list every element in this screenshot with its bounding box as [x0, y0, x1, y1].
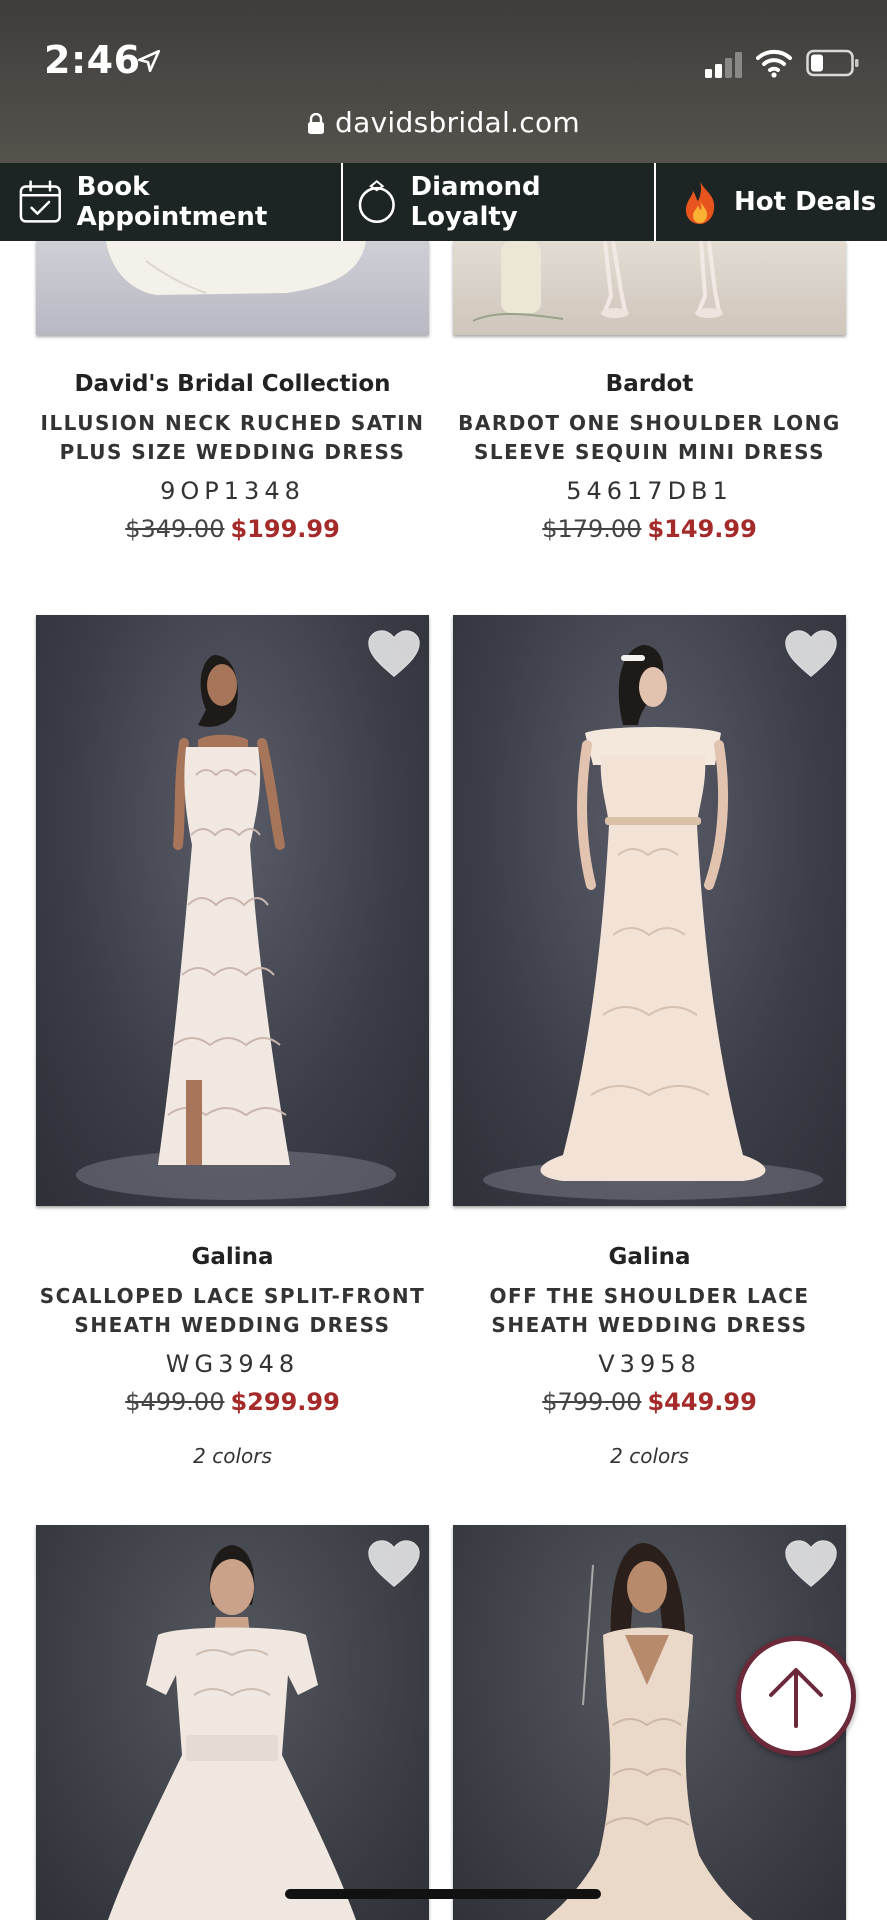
sale-price: $449.99 [647, 1388, 757, 1416]
product-name[interactable]: OFF THE SHOULDER LACE SHEATH WEDDING DRE… [453, 1282, 846, 1340]
url-text: davidsbridal.com [335, 106, 580, 139]
heart-icon[interactable] [367, 629, 421, 679]
heart-icon[interactable] [784, 1539, 838, 1589]
diamond-loyalty-label: Diamond Loyalty [410, 172, 541, 232]
product-price: $799.00 $449.99 [453, 1388, 846, 1416]
color-count[interactable]: 2 colors [453, 1444, 846, 1468]
browser-status-bar: 2:46 davidsbridal.com [0, 0, 887, 163]
product-price: $499.00 $299.99 [36, 1388, 429, 1416]
heart-icon[interactable] [784, 629, 838, 679]
product-image[interactable] [36, 1525, 429, 1920]
book-appointment-label: Book Appointment [76, 172, 268, 232]
product-name[interactable]: BARDOT ONE SHOULDER LONG SLEEVE SEQUIN M… [453, 409, 846, 467]
hot-deals-label: Hot Deals [734, 187, 877, 217]
product-price: $179.00 $149.99 [453, 515, 846, 543]
dress-hem-illustration [106, 241, 366, 295]
calendar-check-icon [19, 180, 61, 223]
battery-icon [806, 49, 859, 77]
product-brand: Bardot [605, 371, 694, 397]
location-arrow-icon [137, 49, 161, 73]
color-count[interactable]: 2 colors [36, 1444, 429, 1468]
product-sku: WG3948 [165, 1350, 300, 1378]
shoes-and-vase-illustration [472, 241, 723, 322]
lock-icon [308, 113, 325, 134]
sale-price: $299.99 [230, 1388, 340, 1416]
flame-icon [685, 181, 715, 224]
product-card[interactable]: Galina OFF THE SHOULDER LACE SHEATH WEDD… [453, 615, 846, 1468]
product-sku: V3958 [598, 1350, 701, 1378]
product-sku: 54617DB1 [566, 477, 733, 505]
product-card[interactable]: Galina SCALLOPED LACE SPLIT-FRONT SHEATH… [36, 615, 429, 1468]
original-price: $349.00 [125, 515, 225, 543]
product-name[interactable]: SCALLOPED LACE SPLIT-FRONT SHEATH WEDDIN… [36, 1282, 429, 1340]
product-brand: David's Bridal Collection [74, 371, 391, 397]
model-wearing-lace-sheath-dress [76, 655, 396, 1200]
product-image[interactable] [36, 241, 429, 335]
product-image[interactable] [36, 615, 429, 1206]
product-image[interactable] [453, 241, 846, 335]
sale-price: $149.99 [647, 515, 757, 543]
address-bar[interactable]: davidsbridal.com [0, 106, 887, 139]
original-price: $179.00 [542, 515, 642, 543]
home-indicator[interactable] [285, 1889, 601, 1899]
product-card[interactable]: Bardot BARDOT ONE SHOULDER LONG SLEEVE S… [453, 241, 846, 543]
ring-icon [358, 179, 395, 224]
model-wearing-off-shoulder-lace-dress [483, 645, 823, 1200]
back-to-top-button[interactable] [736, 1636, 856, 1756]
book-appointment-link[interactable]: Book Appointment [0, 163, 343, 241]
hot-deals-link[interactable]: Hot Deals [656, 163, 887, 241]
product-brand: Galina [608, 1244, 691, 1270]
status-time: 2:46 [44, 38, 141, 82]
original-price: $799.00 [542, 1388, 642, 1416]
heart-icon[interactable] [367, 1539, 421, 1589]
promo-nav-bar: Book Appointment Diamond Loyalty Hot Dea… [0, 163, 887, 241]
sale-price: $199.99 [230, 515, 340, 543]
product-sku: 9OP1348 [160, 477, 305, 505]
product-image[interactable] [453, 615, 846, 1206]
product-card[interactable]: David's Bridal Collection ILLUSION NECK … [36, 241, 429, 543]
original-price: $499.00 [125, 1388, 225, 1416]
product-price: $349.00 $199.99 [36, 515, 429, 543]
cellular-signal-icon [705, 52, 742, 78]
product-card[interactable] [36, 1525, 429, 1920]
arrow-up-icon [769, 1668, 823, 1728]
diamond-loyalty-link[interactable]: Diamond Loyalty [343, 163, 656, 241]
product-brand: Galina [191, 1244, 274, 1270]
product-name[interactable]: ILLUSION NECK RUCHED SATIN PLUS SIZE WED… [36, 409, 429, 467]
wifi-icon [756, 49, 792, 78]
